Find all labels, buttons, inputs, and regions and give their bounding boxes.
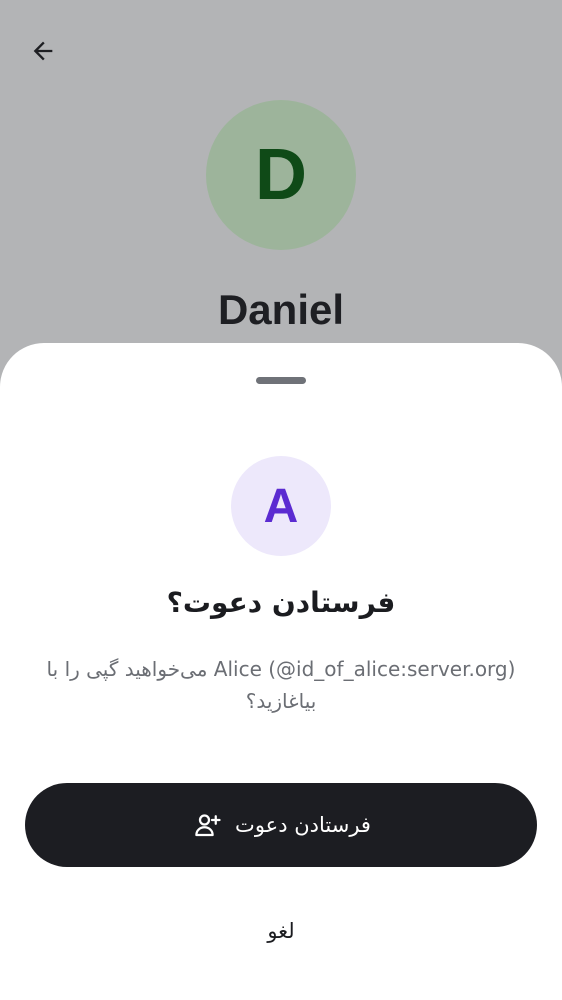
invitee-avatar-initial: A	[263, 479, 299, 533]
send-invite-button[interactable]: فرستادن دعوت	[25, 783, 537, 867]
app-screen: D Daniel A فرستادن دعوت؟ Alice (@id_of_a…	[0, 0, 562, 1000]
contact-avatar: D	[206, 100, 356, 250]
contact-name: Daniel	[217, 286, 345, 333]
back-button[interactable]	[22, 30, 64, 72]
invitee-avatar: A	[231, 456, 331, 556]
sheet-description: Alice (@id_of_alice:server.org) می‌خواهی…	[46, 657, 516, 713]
send-invite-label: فرستادن دعوت	[235, 813, 371, 837]
invite-bottom-sheet: A فرستادن دعوت؟ Alice (@id_of_alice:serv…	[0, 343, 562, 1000]
cancel-button[interactable]: لغو	[181, 903, 381, 959]
sheet-title: فرستادن دعوت؟	[166, 586, 396, 619]
sheet-drag-handle[interactable]	[256, 377, 306, 384]
contact-avatar-initial: D	[255, 135, 307, 215]
user-plus-icon	[191, 809, 223, 841]
arrow-left-icon	[33, 41, 53, 61]
